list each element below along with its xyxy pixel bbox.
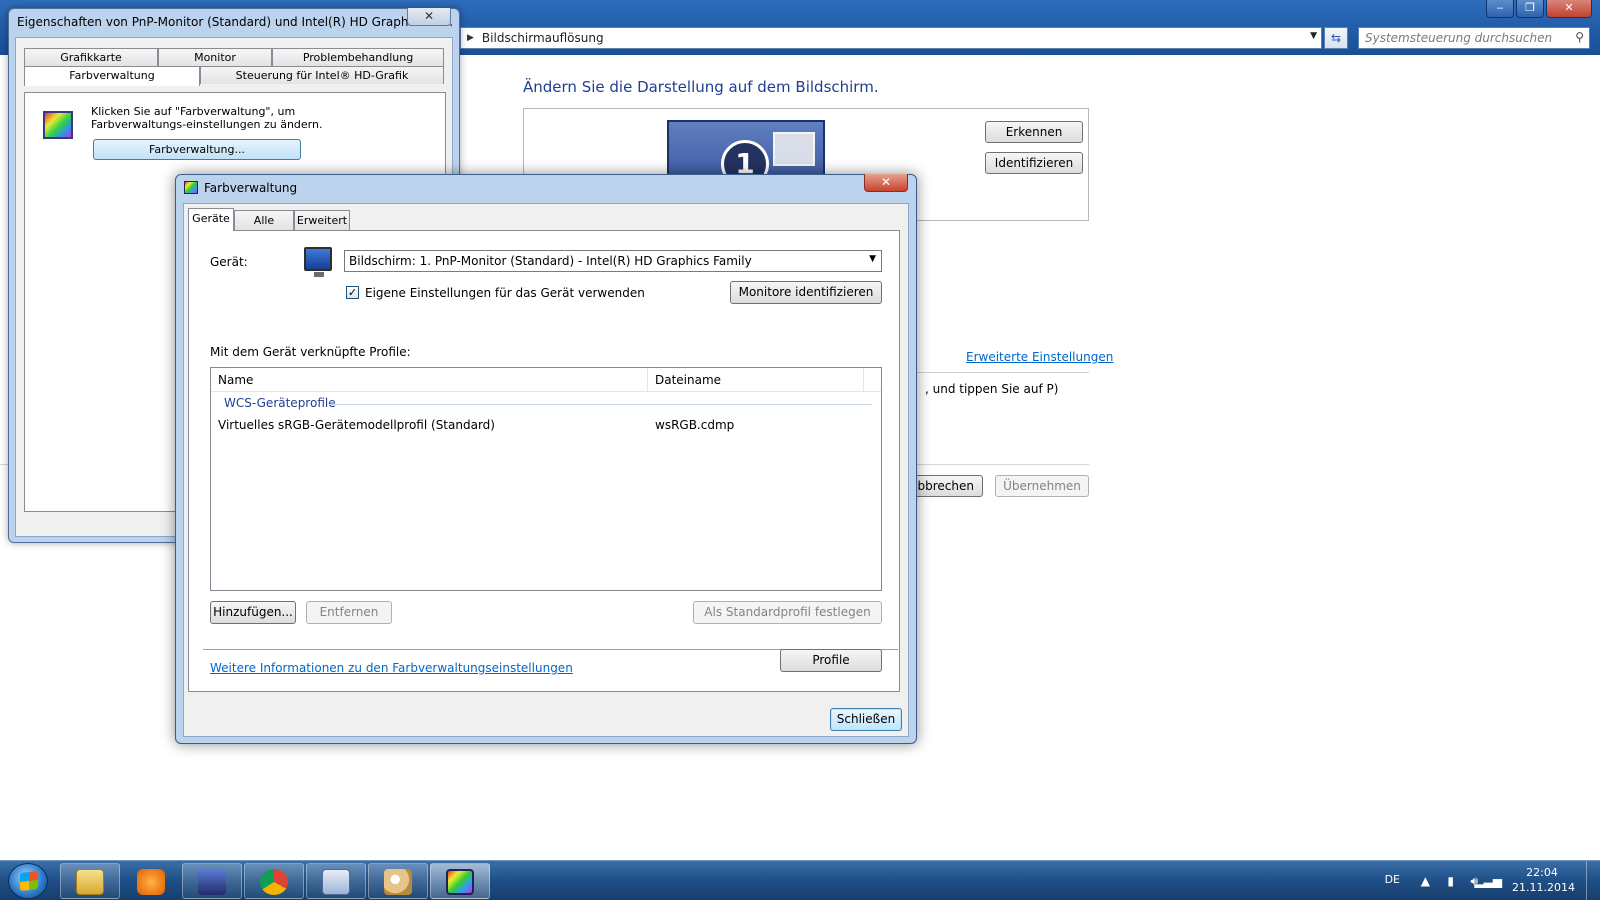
taskbar: DE ▲ ▮ 🔊︎ ▂▃▅ 22:04 21.11.2014 (0, 860, 1600, 900)
paint-icon (384, 869, 412, 895)
folder-icon (76, 869, 104, 895)
show-hidden-icons-icon[interactable]: ▲ (1421, 874, 1430, 888)
monitor-icon (304, 247, 332, 277)
tab-problembehandlung[interactable]: Problembehandlung (272, 48, 444, 66)
taskbar-app-color-management[interactable] (430, 863, 490, 899)
profiles-label: Mit dem Gerät verknüpfte Profile: (210, 345, 411, 359)
apply-button[interactable]: Übernehmen (995, 475, 1089, 497)
taskbar-app-explorer[interactable] (60, 863, 120, 899)
hint-text: , und tippen Sie auf P) (925, 382, 1059, 396)
clock[interactable]: 22:04 21.11.2014 (1512, 865, 1575, 895)
monitor-mini-icon (773, 132, 815, 166)
dialog-title: Eigenschaften von PnP-Monitor (Standard)… (17, 15, 454, 29)
window-controls: ‒ ❐ ✕ (1486, 0, 1592, 18)
search-input[interactable]: Systemsteuerung durchsuchen ⚲ (1358, 27, 1590, 49)
more-info-link[interactable]: Weitere Informationen zu den Farbverwalt… (210, 661, 573, 675)
taskbar-app-chrome[interactable] (244, 863, 304, 899)
set-default-button[interactable]: Als Standardprofil festlegen (693, 601, 882, 624)
device-selected-value: Bildschirm: 1. PnP-Monitor (Standard) - … (349, 254, 752, 268)
restore-button[interactable]: ❐ (1516, 0, 1544, 18)
tab-grafikkarte[interactable]: Grafikkarte (24, 48, 158, 66)
list-header: Name Dateiname (211, 368, 881, 392)
column-header-file[interactable]: Dateiname (648, 368, 864, 392)
clock-time: 22:04 (1526, 866, 1558, 879)
profile-button[interactable]: Profile (780, 649, 882, 672)
add-button[interactable]: Hinzufügen... (210, 601, 296, 624)
search-icon[interactable]: ⚲ (1575, 30, 1584, 44)
advanced-settings-link[interactable]: Erweiterte Einstellungen (966, 350, 1113, 364)
tab-farbverwaltung[interactable]: Farbverwaltung (24, 66, 200, 86)
tab-page: Gerät: Bildschirm: 1. PnP-Monitor (Stand… (188, 230, 900, 692)
color-management-dialog: Farbverwaltung ✕ Geräte Alle Profile Erw… (175, 174, 917, 744)
visual-studio-icon (198, 869, 226, 895)
tab-intel-hd-graphics[interactable]: Steuerung für Intel® HD-Grafik (200, 66, 444, 84)
device-label: Gerät: (210, 255, 248, 269)
remove-button[interactable]: Entfernen (306, 601, 392, 624)
description-text: Klicken Sie auf "Farbverwaltung", um Far… (91, 105, 323, 131)
detect-button[interactable]: Erkennen (985, 121, 1083, 143)
control-panel-icon (322, 869, 350, 895)
breadcrumb[interactable]: Bildschirmauflösung (482, 31, 604, 45)
start-button[interactable] (8, 863, 48, 899)
network-icon[interactable]: ▂▃▅ (1474, 874, 1502, 888)
tab-erweitert[interactable]: Erweitert (294, 210, 350, 230)
windows-logo-icon (20, 871, 38, 891)
column-header-name[interactable]: Name (211, 368, 648, 392)
use-own-settings-label[interactable]: Eigene Einstellungen für das Gerät verwe… (365, 286, 645, 300)
taskbar-app-paint[interactable] (368, 863, 428, 899)
use-own-settings-checkbox[interactable]: ✓ (346, 286, 359, 299)
battery-icon[interactable]: ▮ (1447, 874, 1454, 888)
dialog-body: Geräte Alle Profile Erweitert Gerät: Bil… (183, 203, 909, 737)
color-management-icon (446, 869, 474, 895)
profile-file[interactable]: wsRGB.cdmp (655, 418, 734, 432)
profile-list[interactable]: Name Dateiname WCS-Geräteprofile Virtuel… (210, 367, 882, 591)
minimize-button[interactable]: ‒ (1486, 0, 1514, 18)
show-desktop-button[interactable] (1586, 861, 1600, 900)
color-management-button[interactable]: Farbverwaltung... (93, 139, 301, 160)
profile-name[interactable]: Virtuelles sRGB-Gerätemodellprofil (Stan… (218, 418, 495, 432)
address-bar[interactable]: ▶ Bildschirmauflösung ▼ (460, 27, 1322, 49)
tab-alle-profile[interactable]: Alle Profile (234, 210, 294, 246)
tab-monitor[interactable]: Monitor (158, 48, 272, 66)
taskbar-app-control-panel[interactable] (306, 863, 366, 899)
chevron-down-icon[interactable]: ▼ (869, 254, 876, 264)
refresh-icon[interactable]: ⇆ (1324, 27, 1348, 49)
close-button[interactable]: ✕ (1546, 0, 1592, 18)
color-management-icon (184, 181, 198, 194)
language-indicator[interactable]: DE (1385, 873, 1400, 886)
address-dropdown-icon[interactable]: ▼ (1310, 31, 1317, 41)
color-management-icon (43, 111, 73, 139)
taskbar-app-visual-studio[interactable] (182, 863, 242, 899)
close-button[interactable]: ✕ (864, 174, 908, 192)
identify-monitors-button[interactable]: Monitore identifizieren (730, 281, 882, 304)
clock-date: 21.11.2014 (1512, 881, 1575, 894)
tab-geraete[interactable]: Geräte (188, 208, 234, 231)
close-button[interactable]: ✕ (407, 8, 451, 26)
group-label: WCS-Geräteprofile (224, 396, 336, 410)
page-title: Ändern Sie die Darstellung auf dem Bilds… (523, 78, 879, 96)
group-divider (327, 404, 872, 405)
identify-button[interactable]: Identifizieren (985, 152, 1083, 174)
search-placeholder: Systemsteuerung durchsuchen (1365, 31, 1553, 45)
close-dialog-button[interactable]: Schließen (830, 708, 902, 731)
chrome-icon (260, 869, 288, 895)
device-select[interactable]: Bildschirm: 1. PnP-Monitor (Standard) - … (344, 250, 882, 272)
taskbar-app-media-player[interactable] (121, 863, 181, 899)
cancel-button[interactable]: bbrechen (912, 475, 983, 497)
dialog-title: Farbverwaltung (204, 181, 298, 195)
breadcrumb-chevron-icon: ▶ (467, 33, 474, 43)
media-player-icon (137, 869, 165, 895)
